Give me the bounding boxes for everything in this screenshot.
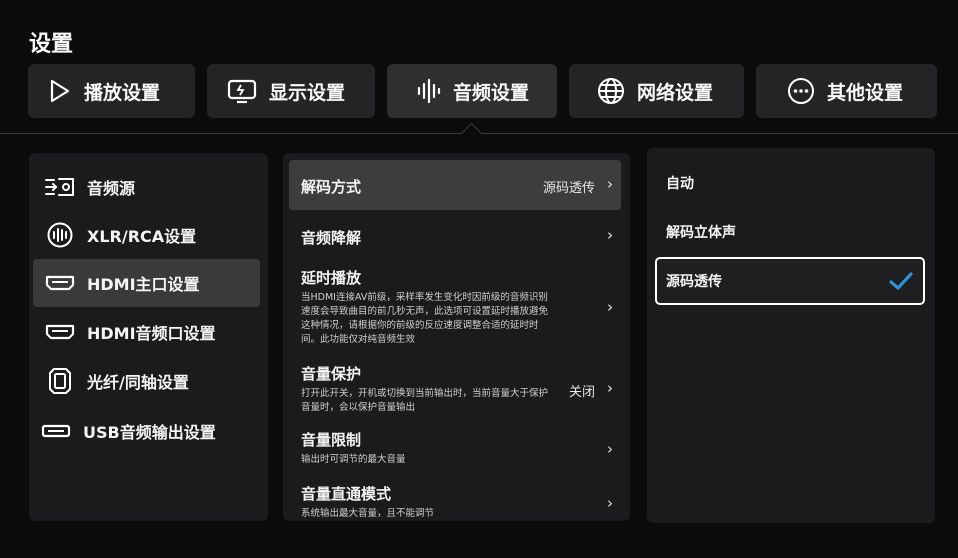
xlr-icon: [47, 222, 73, 248]
setting-volume-passthrough[interactable]: 音量直通模式 系统输出最大音量，且不能调节 ›: [289, 479, 621, 521]
setting-title: 解码方式: [301, 178, 362, 196]
setting-delayed-playback[interactable]: 延时播放 当HDMI连接AV前级，采样率发生变化时因前级的音频识别速度会导致曲目…: [289, 261, 621, 351]
tab-label: 其他设置: [827, 81, 904, 104]
tab-other-settings[interactable]: 其他设置: [756, 64, 937, 118]
option-label: 自动: [666, 176, 694, 192]
audio-wave-icon: [417, 78, 441, 104]
chevron-right-icon: ›: [607, 440, 613, 458]
tab-label: 网络设置: [637, 81, 714, 104]
tab-label: 音频设置: [453, 81, 530, 104]
setting-audio-downmix[interactable]: 音频降解 ›: [289, 215, 621, 255]
tab-network-settings[interactable]: 网络设置: [569, 64, 744, 118]
setting-volume-protection[interactable]: 音量保护 打开此开关，开机或切换到当前输出时，当前音量大于保护音量时，会以保护音…: [289, 359, 621, 419]
option-decode-stereo[interactable]: 解码立体声: [655, 208, 925, 256]
option-passthrough[interactable]: 源码透传: [655, 257, 925, 305]
tab-display-settings[interactable]: 显示设置: [207, 64, 375, 118]
hdmi-icon: [45, 324, 75, 340]
chevron-right-icon: ›: [607, 494, 613, 512]
sidebar-item-hdmi-main[interactable]: HDMI主口设置: [33, 259, 260, 307]
setting-title: 音量直通模式: [301, 485, 392, 503]
option-label: 源码透传: [666, 274, 722, 290]
chevron-right-icon: ›: [607, 175, 613, 193]
setting-value: 关闭: [568, 385, 595, 400]
tab-playback-settings[interactable]: 播放设置: [28, 64, 195, 118]
setting-decode-mode[interactable]: 解码方式 源码透传 ›: [289, 160, 621, 210]
setting-description: 系统输出最大音量，且不能调节: [301, 508, 435, 519]
setting-title: 音频降解: [301, 229, 362, 247]
sidebar-item-label: USB音频输出设置: [83, 423, 216, 442]
globe-icon: [598, 78, 624, 104]
option-label: 解码立体声: [666, 225, 736, 241]
sidebar-item-label: HDMI主口设置: [87, 275, 200, 294]
sidebar-item-audio-source[interactable]: 音频源: [33, 163, 260, 211]
sidebar-item-label: 音频源: [87, 179, 136, 198]
option-auto[interactable]: 自动: [655, 159, 925, 207]
play-icon: [50, 79, 70, 103]
active-tab-indicator: [460, 122, 483, 145]
hdmi-icon: [45, 275, 75, 291]
checkmark-icon: [889, 272, 913, 290]
setting-value: 源码透传: [542, 181, 595, 196]
setting-description: 当HDMI连接AV前级，采样率发生变化时因前级的音频识别速度会导致曲目的前几秒无…: [301, 292, 549, 345]
setting-volume-limit[interactable]: 音量限制 输出时可调节的最大音量 ›: [289, 425, 621, 473]
tab-audio-settings[interactable]: 音频设置: [387, 64, 557, 118]
sidebar-item-xlr-rca[interactable]: XLR/RCA设置: [33, 211, 260, 259]
tab-label: 显示设置: [269, 81, 346, 104]
sidebar-item-optical-coaxial[interactable]: 光纤/同轴设置: [33, 357, 260, 405]
chevron-right-icon: ›: [607, 226, 613, 244]
sidebar-item-label: HDMI音频口设置: [87, 324, 216, 343]
sidebar-item-hdmi-audio[interactable]: HDMI音频口设置: [33, 308, 260, 356]
settings-panel: 解码方式 源码透传 › 音频降解 › 延时播放 当HDMI连接AV前级，采样率发…: [283, 153, 630, 521]
optical-icon: [49, 368, 71, 394]
sidebar: 音频源 XLR/RCA设置 HDMI主口设置 HDMI音频口设置 光纤/同轴设置…: [29, 153, 268, 521]
setting-title: 延时播放: [301, 269, 362, 287]
setting-description: 输出时可调节的最大音量: [301, 454, 406, 465]
chevron-right-icon: ›: [607, 379, 613, 397]
setting-title: 音量限制: [301, 431, 362, 449]
chevron-right-icon: ›: [607, 298, 613, 316]
options-panel: 自动 解码立体声 源码透传: [647, 148, 935, 523]
sidebar-item-usb-output[interactable]: USB音频输出设置: [33, 407, 260, 455]
setting-description: 打开此开关，开机或切换到当前输出时，当前音量大于保护音量时，会以保护音量输出: [301, 388, 549, 413]
page-title: 设置: [29, 32, 74, 57]
sidebar-item-label: XLR/RCA设置: [87, 227, 197, 246]
sidebar-item-label: 光纤/同轴设置: [87, 373, 189, 392]
display-icon: [227, 79, 257, 104]
setting-title: 音量保护: [301, 365, 362, 383]
audio-source-icon: [45, 178, 74, 196]
usb-icon: [41, 424, 71, 438]
tab-label: 播放设置: [84, 81, 161, 104]
more-icon: [788, 78, 814, 104]
